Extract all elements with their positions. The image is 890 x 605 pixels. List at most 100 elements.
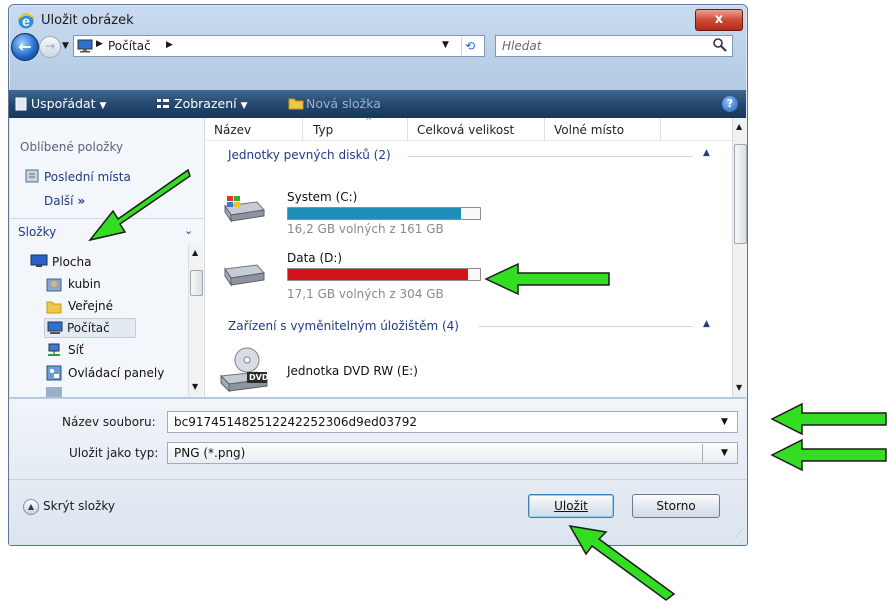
filetype-select[interactable]: PNG (*.png) ▼ [167, 442, 738, 464]
recent-places-icon [24, 168, 40, 187]
filename-dropdown-icon[interactable]: ▼ [721, 417, 728, 427]
column-total-size[interactable]: Celková velikost [417, 123, 514, 137]
tree-item-computer[interactable]: Počítač [44, 318, 136, 338]
tree-item-public[interactable]: Veřejné [68, 299, 113, 313]
computer-icon [77, 39, 93, 56]
drive-c-usage-bar [287, 207, 481, 220]
annotation-arrow-save-button [568, 525, 676, 601]
drive-c-name[interactable]: System (C:) [287, 190, 357, 204]
organize-icon [15, 97, 27, 114]
chevron-down-icon: ▼ [240, 101, 248, 111]
scroll-up-icon[interactable]: ▲ [736, 122, 742, 131]
system-drive-icon [221, 194, 265, 227]
back-arrow-icon: ← [18, 37, 32, 56]
file-list-scrollbar[interactable]: ▲ ▼ [732, 118, 747, 397]
search-icon[interactable] [712, 37, 728, 56]
organize-menu[interactable]: Uspořádat ▼ [31, 96, 106, 111]
tree-scrollbar[interactable]: ▲ ▼ [188, 244, 203, 397]
desktop-icon [30, 254, 48, 271]
search-placeholder: Hledat [502, 39, 542, 53]
annotation-arrow-filename [770, 402, 887, 436]
network-icon [46, 343, 62, 362]
filename-field[interactable]: bc917451482512242252306d9ed03792 ▼ [167, 411, 738, 433]
views-menu[interactable]: Zobrazení ▼ [174, 96, 248, 111]
filetype-dropdown-icon[interactable]: ▼ [721, 448, 728, 458]
new-folder-button[interactable]: Nová složka [306, 96, 381, 111]
file-list-scrollbar-thumb[interactable] [734, 144, 747, 244]
history-dropdown-icon[interactable]: ▼ [62, 41, 69, 51]
user-folder-icon [46, 277, 62, 296]
tree-item-kubin[interactable]: kubin [68, 277, 101, 291]
scroll-down-icon[interactable]: ▼ [192, 382, 198, 391]
breadcrumb-computer[interactable]: Počítač [108, 39, 151, 53]
drive-e-name[interactable]: Jednotka DVD RW (E:) [287, 364, 418, 378]
address-bar[interactable]: ▶ Počítač ▶ ▼ ⟲ [73, 35, 485, 57]
window-title: Uložit obrázek [41, 13, 134, 28]
address-dropdown-icon[interactable]: ▼ [442, 40, 449, 50]
collapse-group-icon[interactable]: ▲ [703, 148, 710, 158]
ie-icon: e [17, 12, 35, 30]
data-drive-icon [221, 261, 265, 292]
resize-grip-icon[interactable]: ⋰ [735, 529, 743, 538]
filename-value: bc917451482512242252306d9ed03792 [174, 415, 417, 429]
drive-d-usage-fill [288, 269, 469, 280]
help-button[interactable]: ? [722, 96, 738, 112]
search-input[interactable]: Hledat [495, 35, 733, 57]
breadcrumb-separator-icon: ▶ [166, 40, 173, 50]
hide-folders-link[interactable]: Skrýt složky [43, 499, 115, 513]
drive-c-usage-fill [288, 208, 461, 219]
control-panel-icon [46, 365, 62, 384]
command-toolbar: Uspořádat ▼ Zobrazení ▼ Nová složka ? [9, 90, 746, 118]
cancel-button[interactable]: Storno [632, 494, 720, 518]
annotation-arrow-filetype [770, 438, 887, 472]
scroll-up-icon[interactable]: ▲ [192, 248, 198, 257]
hide-folders-icon[interactable]: ▲ [23, 499, 39, 515]
filetype-label: Uložit jako typ: [69, 446, 159, 460]
column-name[interactable]: Název [214, 123, 251, 137]
drive-d-usage-bar [287, 268, 481, 281]
filetype-value: PNG (*.png) [174, 446, 246, 460]
new-folder-icon [288, 96, 304, 113]
folder-tree: Plocha kubin Veřejné Počítač Síť Ovládac… [10, 244, 188, 397]
dvd-drive-icon [219, 346, 271, 397]
favorites-title: Oblíbené položky [20, 140, 124, 154]
tree-item-network[interactable]: Síť [68, 343, 84, 357]
tree-item-control-panel[interactable]: Ovládací panely [68, 366, 164, 380]
help-icon: ? [726, 97, 734, 110]
file-list-pane: Název Typ ^ Celková velikost Volné místo… [205, 117, 732, 397]
scroll-down-icon[interactable]: ▼ [736, 383, 742, 392]
group-title-removable[interactable]: Zařízení s vyměnitelným úložištěm (4) [228, 319, 459, 333]
tree-scrollbar-thumb[interactable] [190, 270, 203, 296]
annotation-arrow-data-drive [484, 262, 610, 296]
column-type[interactable]: Typ [313, 123, 333, 137]
sort-ascending-icon: ^ [365, 117, 373, 127]
save-button[interactable]: Uložit [528, 494, 614, 518]
annotation-arrow-favorites [88, 168, 191, 242]
refresh-button[interactable]: ⟲ [461, 37, 484, 55]
navigation-pane: Oblíbené položky Poslední místa Další » … [10, 118, 205, 397]
public-folder-icon [46, 299, 62, 318]
tree-next-item-icon [46, 387, 62, 397]
drive-d-name[interactable]: Data (D:) [287, 251, 342, 265]
column-free-space[interactable]: Volné místo [554, 123, 624, 137]
tree-item-desktop[interactable]: Plocha [52, 255, 91, 269]
refresh-icon: ⟲ [465, 39, 476, 53]
drive-d-free-space: 17,1 GB volných z 304 GB [287, 287, 444, 301]
views-icon [156, 97, 170, 114]
dvd-label-icon: DVD [249, 373, 269, 382]
back-button[interactable]: ← [11, 33, 39, 61]
filename-label: Název souboru: [62, 415, 156, 429]
group-title-hard-disks[interactable]: Jednotky pevných disků (2) [228, 148, 391, 162]
drive-c-free-space: 16,2 GB volných z 161 GB [287, 222, 444, 236]
forward-button[interactable]: → [39, 36, 61, 58]
breadcrumb-separator-icon: ▶ [96, 39, 103, 49]
close-button[interactable]: x [695, 9, 743, 31]
chevron-down-icon: ▼ [99, 101, 107, 111]
forward-arrow-icon: → [44, 39, 56, 53]
close-icon: x [714, 12, 724, 27]
collapse-group-icon[interactable]: ▲ [703, 319, 710, 329]
column-header-row: Název Typ ^ Celková velikost Volné místo [205, 117, 732, 141]
folders-title: Složky [18, 225, 57, 239]
more-favorites-link[interactable]: Další » [44, 194, 85, 208]
computer-icon [47, 321, 63, 338]
